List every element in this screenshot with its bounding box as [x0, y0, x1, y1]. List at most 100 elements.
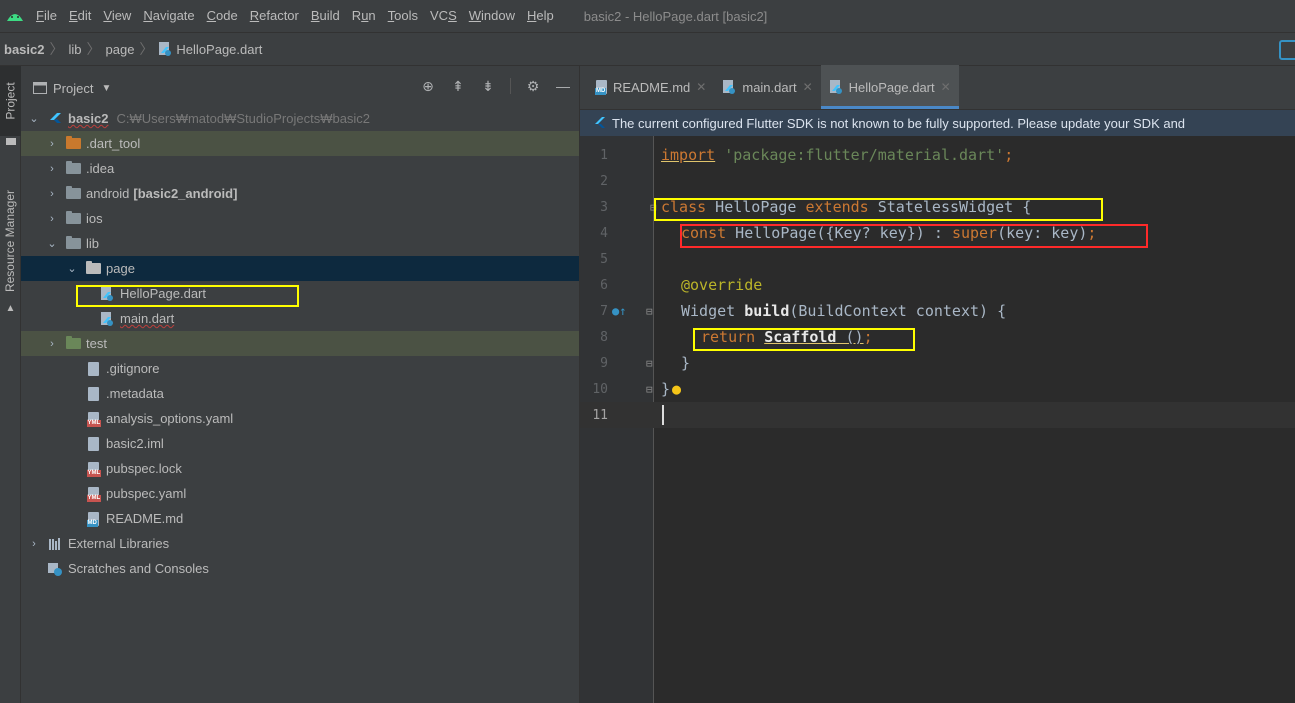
code-line[interactable]: 2: [580, 168, 1295, 194]
breadcrumb-item-root[interactable]: basic2: [4, 42, 44, 57]
window-title: basic2 - HelloPage.dart [basic2]: [583, 8, 768, 24]
tab-readme[interactable]: MD README.md ✕: [588, 65, 714, 109]
menu-item-view[interactable]: View: [97, 0, 137, 32]
tree-item-root[interactable]: ⌄ basic2 C:₩Users₩matod₩StudioProjects₩b…: [21, 106, 579, 131]
chevron-right-icon[interactable]: ›: [45, 163, 59, 175]
folder-icon: [65, 211, 81, 227]
fold-marker-icon[interactable]: ⊟: [650, 201, 657, 214]
test-folder-icon: [65, 336, 81, 352]
dropdown-caret-icon[interactable]: ▼: [101, 83, 111, 94]
tool-tab-project[interactable]: Project: [0, 66, 21, 136]
menu-item-vcs[interactable]: VCS: [424, 0, 463, 32]
menu-bar: File Edit View Navigate Code Refactor Build Run…: [0, 0, 1295, 32]
chevron-right-icon[interactable]: ›: [45, 338, 59, 350]
tab-main[interactable]: main.dart ✕: [714, 65, 820, 109]
tree-item-test[interactable]: › test: [21, 331, 579, 356]
menu-item-help[interactable]: Help: [521, 0, 560, 32]
project-tree: ⌄ basic2 C:₩Users₩matod₩StudioProjects₩b…: [21, 106, 579, 581]
locate-target-icon[interactable]: ⊕: [420, 78, 436, 94]
tree-item-ios[interactable]: › ios: [21, 206, 579, 231]
code-line[interactable]: 5: [580, 246, 1295, 272]
breadcrumb-item-page[interactable]: page: [106, 42, 135, 57]
expand-all-icon[interactable]: ⇞: [450, 78, 466, 94]
device-selector-button[interactable]: [1279, 40, 1295, 60]
android-studio-logo-icon: [0, 0, 30, 32]
code-line[interactable]: 1 import 'package:flutter/material.dart'…: [580, 142, 1295, 168]
tree-item-pubspec-lock[interactable]: YML pubspec.lock: [21, 456, 579, 481]
module-folder-icon: [65, 186, 81, 202]
project-view-selector[interactable]: Project: [53, 81, 93, 96]
dart-file-icon: [158, 41, 172, 57]
code-line[interactable]: 8 return Scaffold ();: [580, 324, 1295, 350]
code-line[interactable]: 7 ●↑ ⊟ Widget build(BuildContext context…: [580, 298, 1295, 324]
breadcrumb-item-lib[interactable]: lib: [68, 42, 81, 57]
chevron-down-icon[interactable]: ⌄: [27, 112, 41, 125]
tree-item-metadata[interactable]: .metadata: [21, 381, 579, 406]
tree-item-iml[interactable]: basic2.iml: [21, 431, 579, 456]
tab-hellopage[interactable]: HelloPage.dart ✕: [820, 65, 959, 109]
override-marker-icon[interactable]: ●↑: [612, 304, 626, 318]
code-area[interactable]: 1 import 'package:flutter/material.dart'…: [580, 136, 1295, 703]
close-icon[interactable]: ✕: [803, 80, 813, 94]
code-line[interactable]: 10 ⊟ } ●: [580, 376, 1295, 402]
tree-item-android[interactable]: › android [basic2_android]: [21, 181, 579, 206]
tree-item-scratches[interactable]: Scratches and Consoles: [21, 556, 579, 581]
code-line[interactable]: 6 @override: [580, 272, 1295, 298]
folder-icon: [85, 261, 101, 277]
tree-item-hellopage[interactable]: HelloPage.dart: [21, 281, 579, 306]
code-line[interactable]: 9 ⊟ }: [580, 350, 1295, 376]
gear-icon[interactable]: ⚙: [525, 78, 541, 94]
menu-item-edit[interactable]: Edit: [63, 0, 97, 32]
project-panel: Project ▼ ⊕ ⇞ ⇟ ⚙ — ⌄ basic2 C:₩Users₩ma…: [21, 66, 580, 703]
fold-marker-icon[interactable]: ⊟: [646, 305, 653, 318]
hide-panel-icon[interactable]: —: [555, 78, 571, 94]
left-tool-strip: Project Resource Manager ▲: [0, 66, 21, 703]
dart-file-icon: [829, 79, 843, 95]
chevron-right-icon: 〉: [139, 41, 154, 57]
lightbulb-icon[interactable]: ●: [672, 380, 681, 398]
close-icon[interactable]: ✕: [696, 80, 706, 94]
chevron-right-icon[interactable]: ›: [45, 213, 59, 225]
tree-item-external-libraries[interactable]: › External Libraries: [21, 531, 579, 556]
menu-item-refactor[interactable]: Refactor: [244, 0, 305, 32]
chevron-right-icon[interactable]: ›: [45, 138, 59, 150]
tree-item-gitignore[interactable]: .gitignore: [21, 356, 579, 381]
tree-item-idea[interactable]: › .idea: [21, 156, 579, 181]
tree-item-lib[interactable]: ⌄ lib: [21, 231, 579, 256]
iml-file-icon: [85, 436, 101, 452]
fold-marker-icon[interactable]: ⊟: [646, 383, 653, 396]
menu-item-window[interactable]: Window: [463, 0, 521, 32]
chevron-down-icon[interactable]: ⌄: [65, 262, 79, 275]
project-view-icon: [33, 82, 47, 94]
chevron-right-icon: 〉: [49, 41, 64, 57]
chevron-right-icon[interactable]: ›: [27, 538, 41, 550]
breadcrumb-item-file[interactable]: HelloPage.dart: [158, 41, 262, 57]
chevron-down-icon[interactable]: ⌄: [45, 237, 59, 250]
tree-item-pubspec-yaml[interactable]: YML pubspec.yaml: [21, 481, 579, 506]
folder-icon: [65, 161, 81, 177]
collapse-all-icon[interactable]: ⇟: [480, 78, 496, 94]
yaml-file-icon: YML: [85, 486, 102, 502]
text-file-icon: [85, 386, 101, 402]
menu-item-navigate[interactable]: Navigate: [137, 0, 200, 32]
tree-item-main[interactable]: main.dart: [21, 306, 579, 331]
tree-item-readme[interactable]: MD README.md: [21, 506, 579, 531]
code-line-current[interactable]: 11: [580, 402, 1295, 428]
code-line[interactable]: 3 ⊟ class HelloPage extends StatelessWid…: [580, 194, 1295, 220]
tree-item-page[interactable]: ⌄ page: [21, 256, 579, 281]
menu-item-code[interactable]: Code: [201, 0, 244, 32]
markdown-file-icon: MD: [595, 80, 607, 95]
menu-item-build[interactable]: Build: [305, 0, 346, 32]
tool-tab-resource-manager[interactable]: Resource Manager: [0, 166, 21, 316]
menu-item-run[interactable]: Run: [346, 0, 382, 32]
menu-item-tools[interactable]: Tools: [382, 0, 424, 32]
fold-marker-icon[interactable]: ⊟: [646, 357, 653, 370]
close-icon[interactable]: ✕: [941, 80, 951, 94]
tree-item-dart-tool[interactable]: › .dart_tool: [21, 131, 579, 156]
folder-icon: [0, 136, 21, 146]
menu-item-file[interactable]: File: [30, 0, 63, 32]
editor: MD README.md ✕ main.dart ✕ HelloPage.dar…: [580, 65, 1295, 703]
code-line[interactable]: 4 const HelloPage({Key? key}) : super(ke…: [580, 220, 1295, 246]
tree-item-analysis-options[interactable]: YML analysis_options.yaml: [21, 406, 579, 431]
chevron-right-icon[interactable]: ›: [45, 188, 59, 200]
